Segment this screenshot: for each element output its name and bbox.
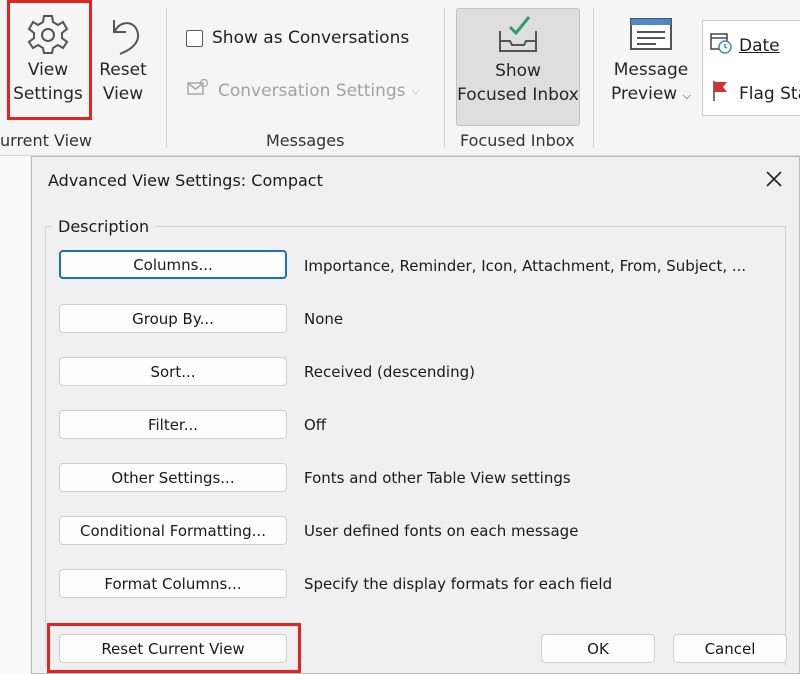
dialog-title: Advanced View Settings: Compact bbox=[48, 171, 323, 190]
calendar-icon bbox=[709, 31, 733, 60]
filter-button[interactable]: Filter... bbox=[59, 410, 287, 439]
advanced-view-settings-dialog: Advanced View Settings: Compact Descript… bbox=[31, 156, 800, 674]
message-preview-button[interactable]: Message Preview ⌵ bbox=[608, 10, 694, 108]
show-focused-inbox-label-2: Focused Inbox bbox=[457, 85, 579, 105]
focused-inbox-group-label: Focused Inbox bbox=[460, 131, 575, 150]
show-focused-inbox-label-1: Show bbox=[495, 61, 541, 81]
description-group bbox=[45, 226, 786, 666]
sort-button[interactable]: Sort... bbox=[59, 357, 287, 386]
show-as-conversations-checkbox[interactable]: Show as Conversations bbox=[186, 28, 409, 48]
reset-view-button[interactable]: Reset View bbox=[96, 10, 150, 107]
conversation-settings-label: Conversation Settings bbox=[218, 80, 406, 101]
mail-list-strip bbox=[0, 156, 30, 674]
arrange-by-flag[interactable]: Flag Sta bbox=[709, 79, 800, 108]
close-button[interactable] bbox=[758, 163, 790, 195]
messages-group-label: Messages bbox=[266, 131, 345, 150]
message-preview-label-row: Preview ⌵ bbox=[608, 82, 694, 108]
other-settings-description: Fonts and other Table View settings bbox=[304, 469, 571, 487]
cancel-button[interactable]: Cancel bbox=[673, 634, 787, 663]
ribbon-separator bbox=[166, 8, 167, 148]
focused-inbox-icon bbox=[457, 11, 579, 55]
group-by-button[interactable]: Group By... bbox=[59, 304, 287, 333]
filter-description: Off bbox=[304, 416, 327, 434]
arrange-date-label: Date bbox=[739, 35, 780, 56]
format-columns-button[interactable]: Format Columns... bbox=[59, 569, 287, 598]
flag-icon bbox=[709, 79, 733, 108]
close-icon bbox=[758, 171, 790, 199]
arrange-by-date[interactable]: Date bbox=[709, 31, 780, 60]
arrangement-gallery: Date Flag Sta bbox=[702, 20, 800, 116]
other-settings-button[interactable]: Other Settings... bbox=[59, 463, 287, 492]
reset-current-view-highlight bbox=[47, 623, 301, 673]
arrange-flag-label: Flag Sta bbox=[739, 83, 800, 104]
message-preview-label-2: Preview bbox=[611, 84, 678, 104]
message-preview-icon bbox=[608, 10, 694, 58]
conditional-formatting-button[interactable]: Conditional Formatting... bbox=[59, 516, 287, 545]
chevron-down-icon: ⌵ bbox=[411, 83, 420, 97]
description-label: Description bbox=[52, 217, 156, 236]
ribbon: View Settings Reset View urrent View Sho… bbox=[0, 0, 800, 156]
columns-button[interactable]: Columns... bbox=[59, 250, 287, 279]
checkbox-unchecked-icon bbox=[186, 29, 203, 47]
show-focused-inbox-button[interactable]: Show Focused Inbox bbox=[456, 8, 580, 126]
ribbon-separator bbox=[593, 8, 594, 148]
reset-view-label-1: Reset bbox=[99, 60, 147, 80]
message-preview-label-1: Message bbox=[613, 60, 689, 80]
format-columns-description: Specify the display formats for each fie… bbox=[304, 575, 613, 593]
ribbon-separator bbox=[444, 8, 445, 148]
group-by-description: None bbox=[304, 310, 344, 328]
ok-button[interactable]: OK bbox=[541, 634, 655, 663]
show-as-conversations-label: Show as Conversations bbox=[212, 28, 410, 48]
current-view-group-label: urrent View bbox=[0, 131, 92, 150]
columns-description: Importance, Reminder, Icon, Attachment, … bbox=[304, 257, 747, 275]
conversation-settings-dropdown[interactable]: Conversation Settings ⌵ bbox=[186, 78, 420, 103]
chevron-down-icon: ⌵ bbox=[682, 89, 691, 102]
sort-description: Received (descending) bbox=[304, 363, 475, 381]
conversation-settings-icon bbox=[186, 78, 210, 103]
undo-icon bbox=[96, 10, 150, 58]
reset-view-label-2: View bbox=[102, 84, 144, 104]
conditional-formatting-description: User defined fonts on each message bbox=[304, 522, 579, 540]
view-settings-highlight bbox=[7, 0, 92, 120]
